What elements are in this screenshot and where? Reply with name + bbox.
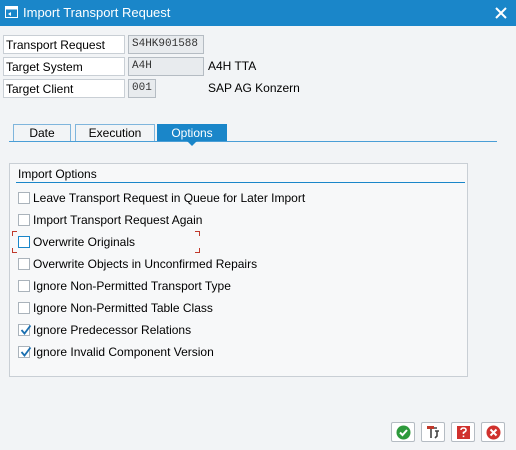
transport-request-label: Transport Request: [3, 35, 125, 54]
checkbox-label: Ignore Invalid Component Version: [33, 345, 214, 359]
confirm-button[interactable]: [391, 422, 415, 442]
checkbox-label: Ignore Non-Permitted Table Class: [33, 301, 213, 315]
window-title: Import Transport Request: [23, 5, 171, 20]
target-client-field[interactable]: 001: [128, 79, 156, 98]
checkbox[interactable]: [18, 346, 32, 358]
checkbox[interactable]: [18, 324, 32, 336]
tab-execution[interactable]: Execution: [75, 124, 155, 141]
target-system-label: Target System: [3, 57, 125, 76]
window-icon: [5, 6, 18, 18]
checkbox-label: Ignore Predecessor Relations: [33, 323, 192, 337]
tab-options[interactable]: Options: [157, 124, 227, 141]
checkbox-label: Ignore Non-Permitted Transport Type: [33, 279, 231, 293]
target-client-description: SAP AG Konzern: [208, 81, 300, 95]
execute-icon: [427, 426, 439, 439]
checkmark-icon: [20, 346, 32, 357]
checkbox-label: Leave Transport Request in Queue for Lat…: [33, 191, 306, 205]
confirm-check-icon: [396, 425, 411, 440]
checkbox-label: Import Transport Request Again: [33, 213, 203, 227]
cancel-icon: [486, 425, 501, 440]
execute-button[interactable]: [421, 422, 445, 442]
checkbox[interactable]: [18, 280, 30, 292]
checkmark-icon: [20, 324, 32, 335]
transport-request-field[interactable]: S4HK901588: [128, 35, 204, 54]
title-bar: Import Transport Request: [0, 0, 516, 26]
active-tab-indicator: [187, 141, 197, 146]
tab-strip-line: [9, 141, 497, 142]
target-system-description: A4H TTA: [208, 59, 257, 73]
close-icon[interactable]: [494, 6, 508, 20]
target-client-label: Target Client: [3, 79, 125, 98]
checkbox[interactable]: [18, 258, 30, 270]
target-system-field[interactable]: A4H: [128, 57, 204, 76]
group-title: Import Options: [18, 167, 97, 181]
checkbox[interactable]: [18, 214, 30, 226]
focus-indicator: [12, 231, 200, 253]
import-options-group: Import Options Leave Transport Request i…: [9, 163, 468, 377]
checkbox-label: Overwrite Objects in Unconfirmed Repairs: [33, 257, 258, 271]
group-title-underline: [16, 182, 465, 183]
cancel-button[interactable]: [481, 422, 505, 442]
help-icon: [457, 426, 470, 439]
checkbox[interactable]: [18, 302, 30, 314]
help-button[interactable]: [451, 422, 475, 442]
checkbox[interactable]: [18, 192, 30, 204]
tab-date[interactable]: Date: [13, 124, 71, 141]
